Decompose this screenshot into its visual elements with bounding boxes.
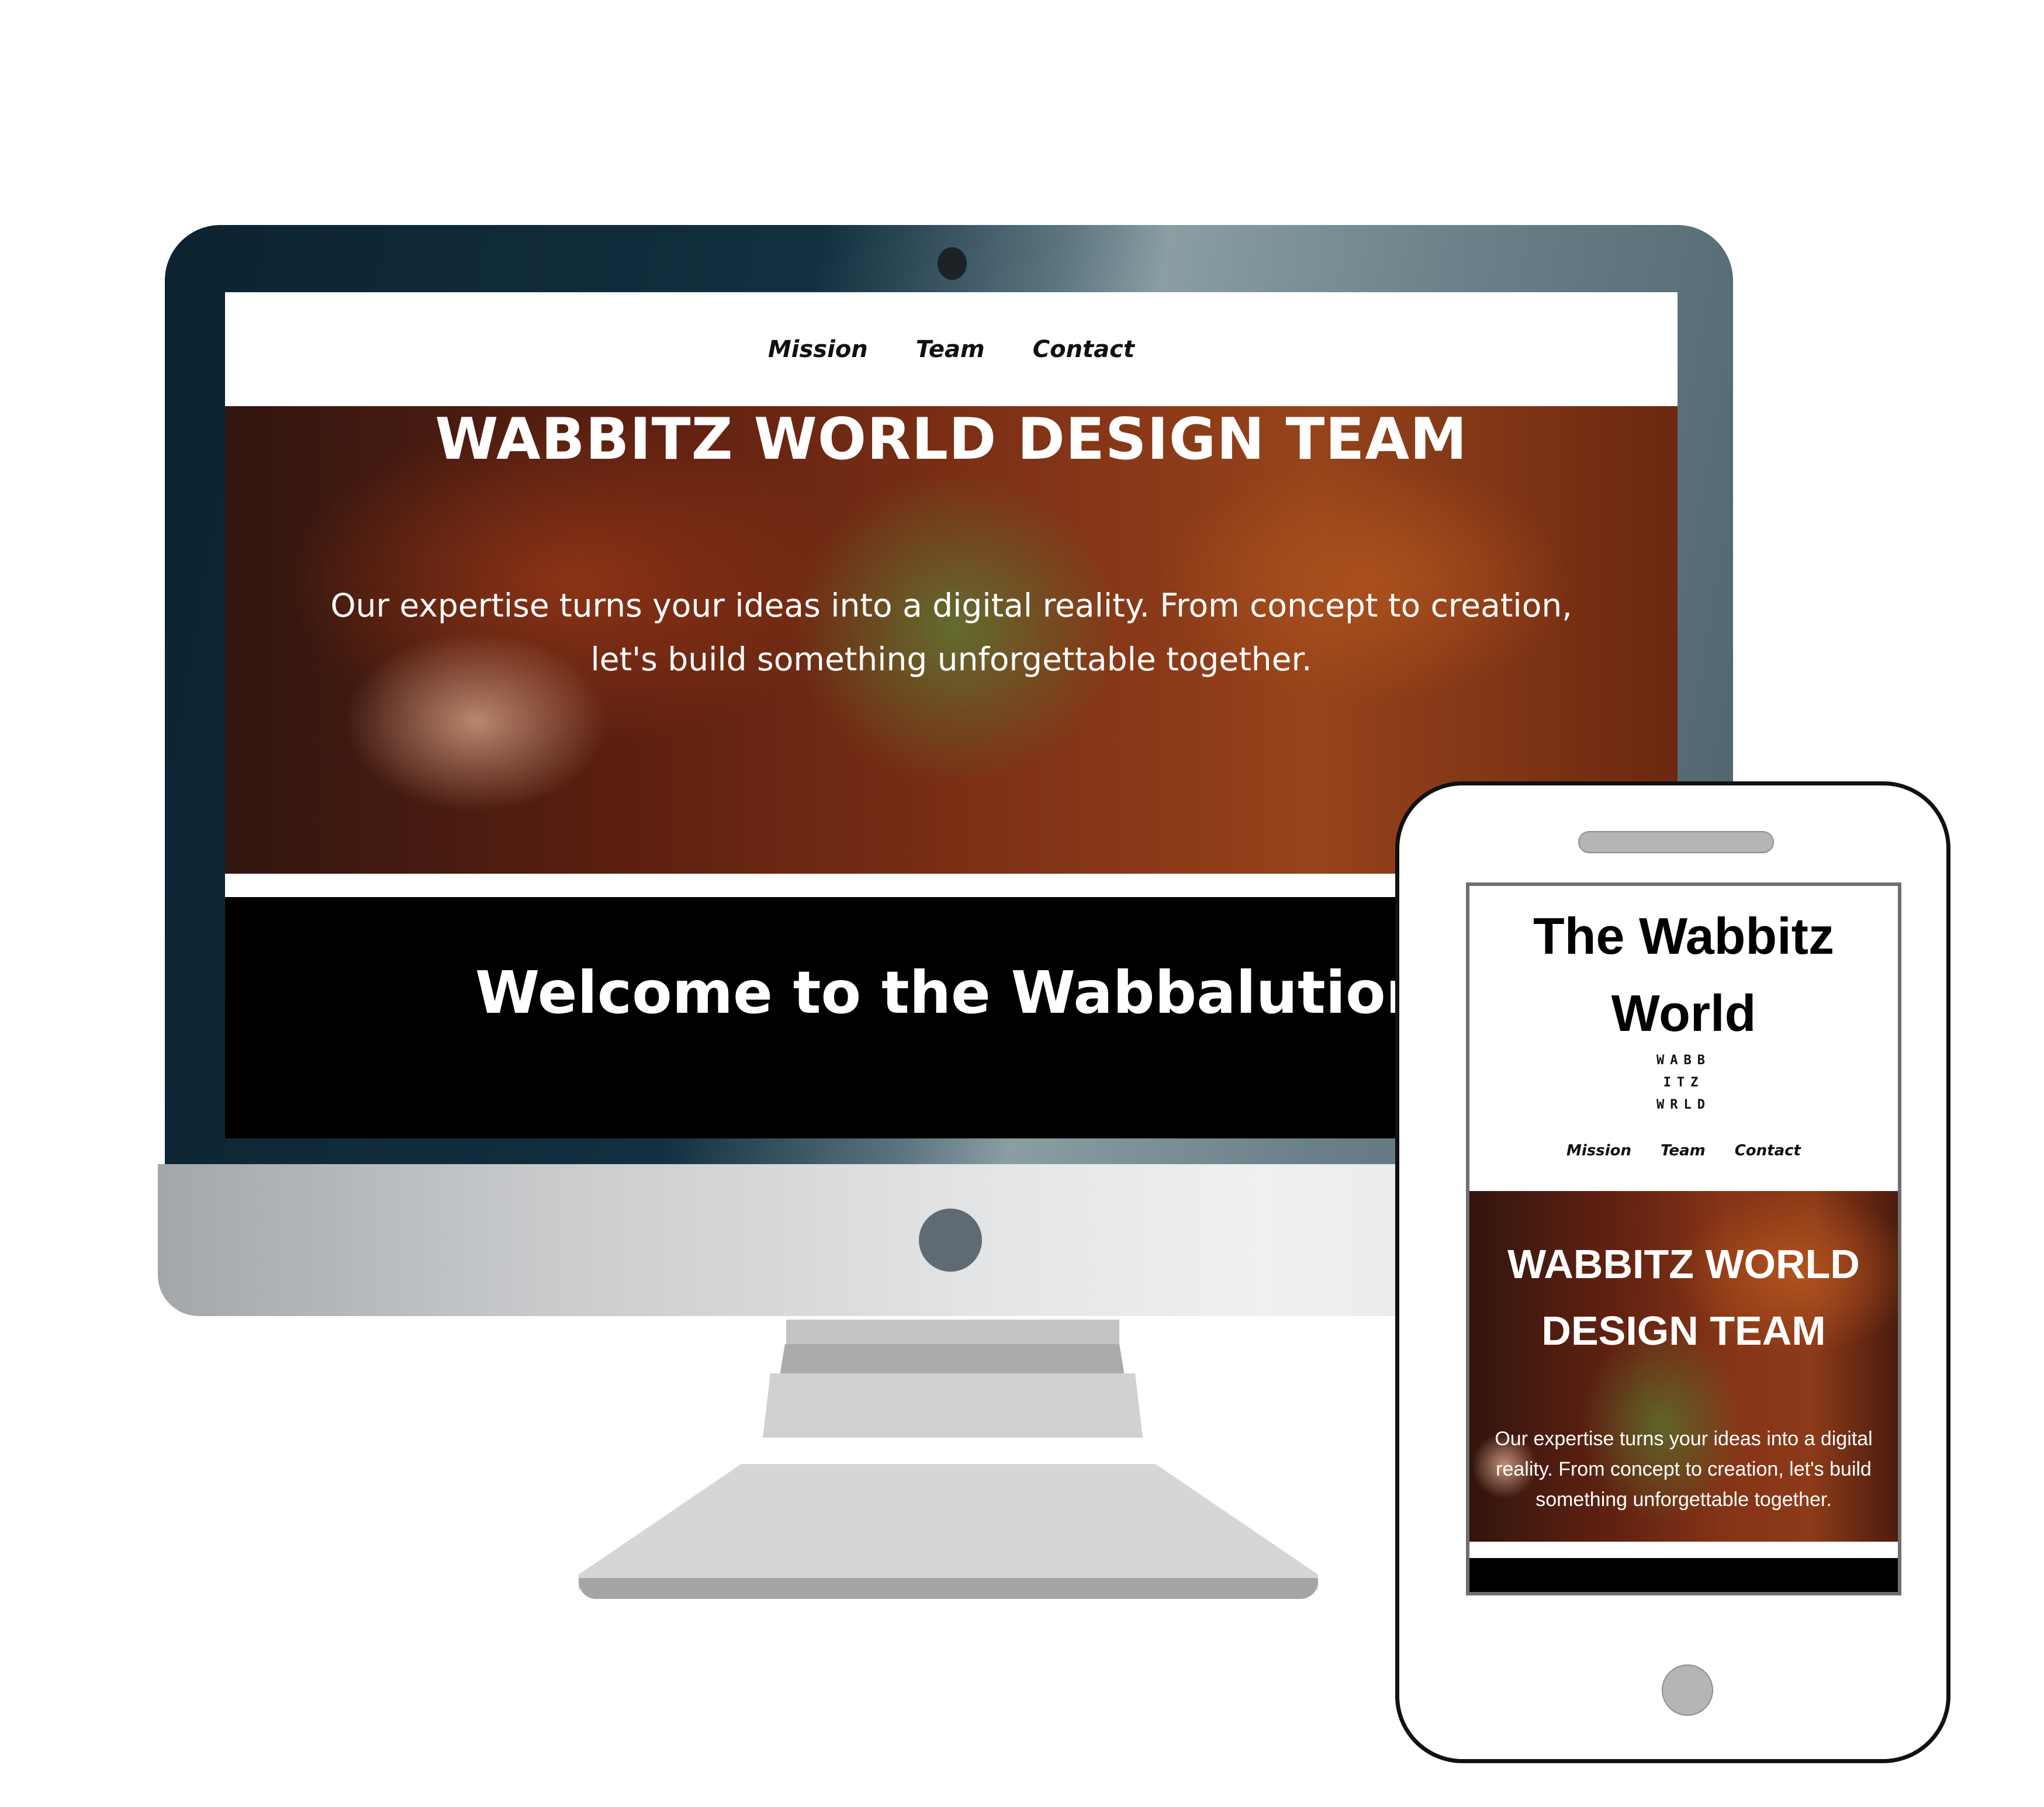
hero-title-line: DESIGN TEAM: [1541, 1308, 1826, 1353]
stand-base: [579, 1464, 1318, 1590]
stand-neck-highlight: [763, 1373, 1143, 1438]
title-line: World: [1611, 984, 1756, 1042]
nav-link-mission[interactable]: Mission: [1566, 1142, 1631, 1159]
hero-text-line: reality. From concept to creation, let's…: [1496, 1458, 1872, 1480]
mobile-nav: Mission Team Contact: [1469, 1142, 1898, 1159]
nav-link-contact[interactable]: Contact: [1033, 336, 1135, 363]
speaker-icon: [1578, 831, 1774, 853]
logo-line: WABB: [1656, 1053, 1711, 1068]
hero-text-line: Our expertise turns your ideas into a di…: [1495, 1428, 1873, 1450]
hero-text-line: let's build something unforgettable toge…: [590, 641, 1312, 678]
stand-base-edge: [579, 1578, 1318, 1599]
hero-title-line: WABBITZ WORLD: [1507, 1241, 1860, 1287]
nav-link-team[interactable]: Team: [1661, 1142, 1706, 1159]
desktop-nav: Mission Team Contact: [225, 292, 1678, 406]
hero-text: Our expertise turns your ideas into a di…: [225, 579, 1678, 686]
hero-text-line: Our expertise turns your ideas into a di…: [330, 587, 1572, 624]
mobile-screen: The Wabbitz World WABB ITZ WRLD Mission …: [1466, 882, 1901, 1595]
hero-title: WABBITZ WORLD DESIGN TEAM: [435, 406, 1468, 473]
nav-link-team[interactable]: Team: [916, 336, 985, 363]
mobile-hero-title: WABBITZ WORLD DESIGN TEAM: [1469, 1231, 1898, 1364]
mobile-hero-text: Our expertise turns your ideas into a di…: [1481, 1424, 1886, 1515]
home-button-icon: [1662, 1664, 1713, 1716]
nav-link-contact[interactable]: Contact: [1735, 1142, 1801, 1159]
logo-line: WRLD: [1656, 1098, 1711, 1112]
mobile-welcome-section: [1469, 1558, 1898, 1592]
hero-text-line: something unforgettable together.: [1535, 1488, 1832, 1511]
site-logo[interactable]: WABB ITZ WRLD: [1469, 1050, 1898, 1116]
nav-link-mission[interactable]: Mission: [768, 336, 868, 363]
title-line: The Wabbitz: [1533, 907, 1834, 965]
logo-line: ITZ: [1663, 1075, 1704, 1090]
mobile-site-title: The Wabbitz World: [1469, 898, 1898, 1052]
power-button-icon: [919, 1209, 982, 1272]
camera-icon: [938, 247, 967, 280]
